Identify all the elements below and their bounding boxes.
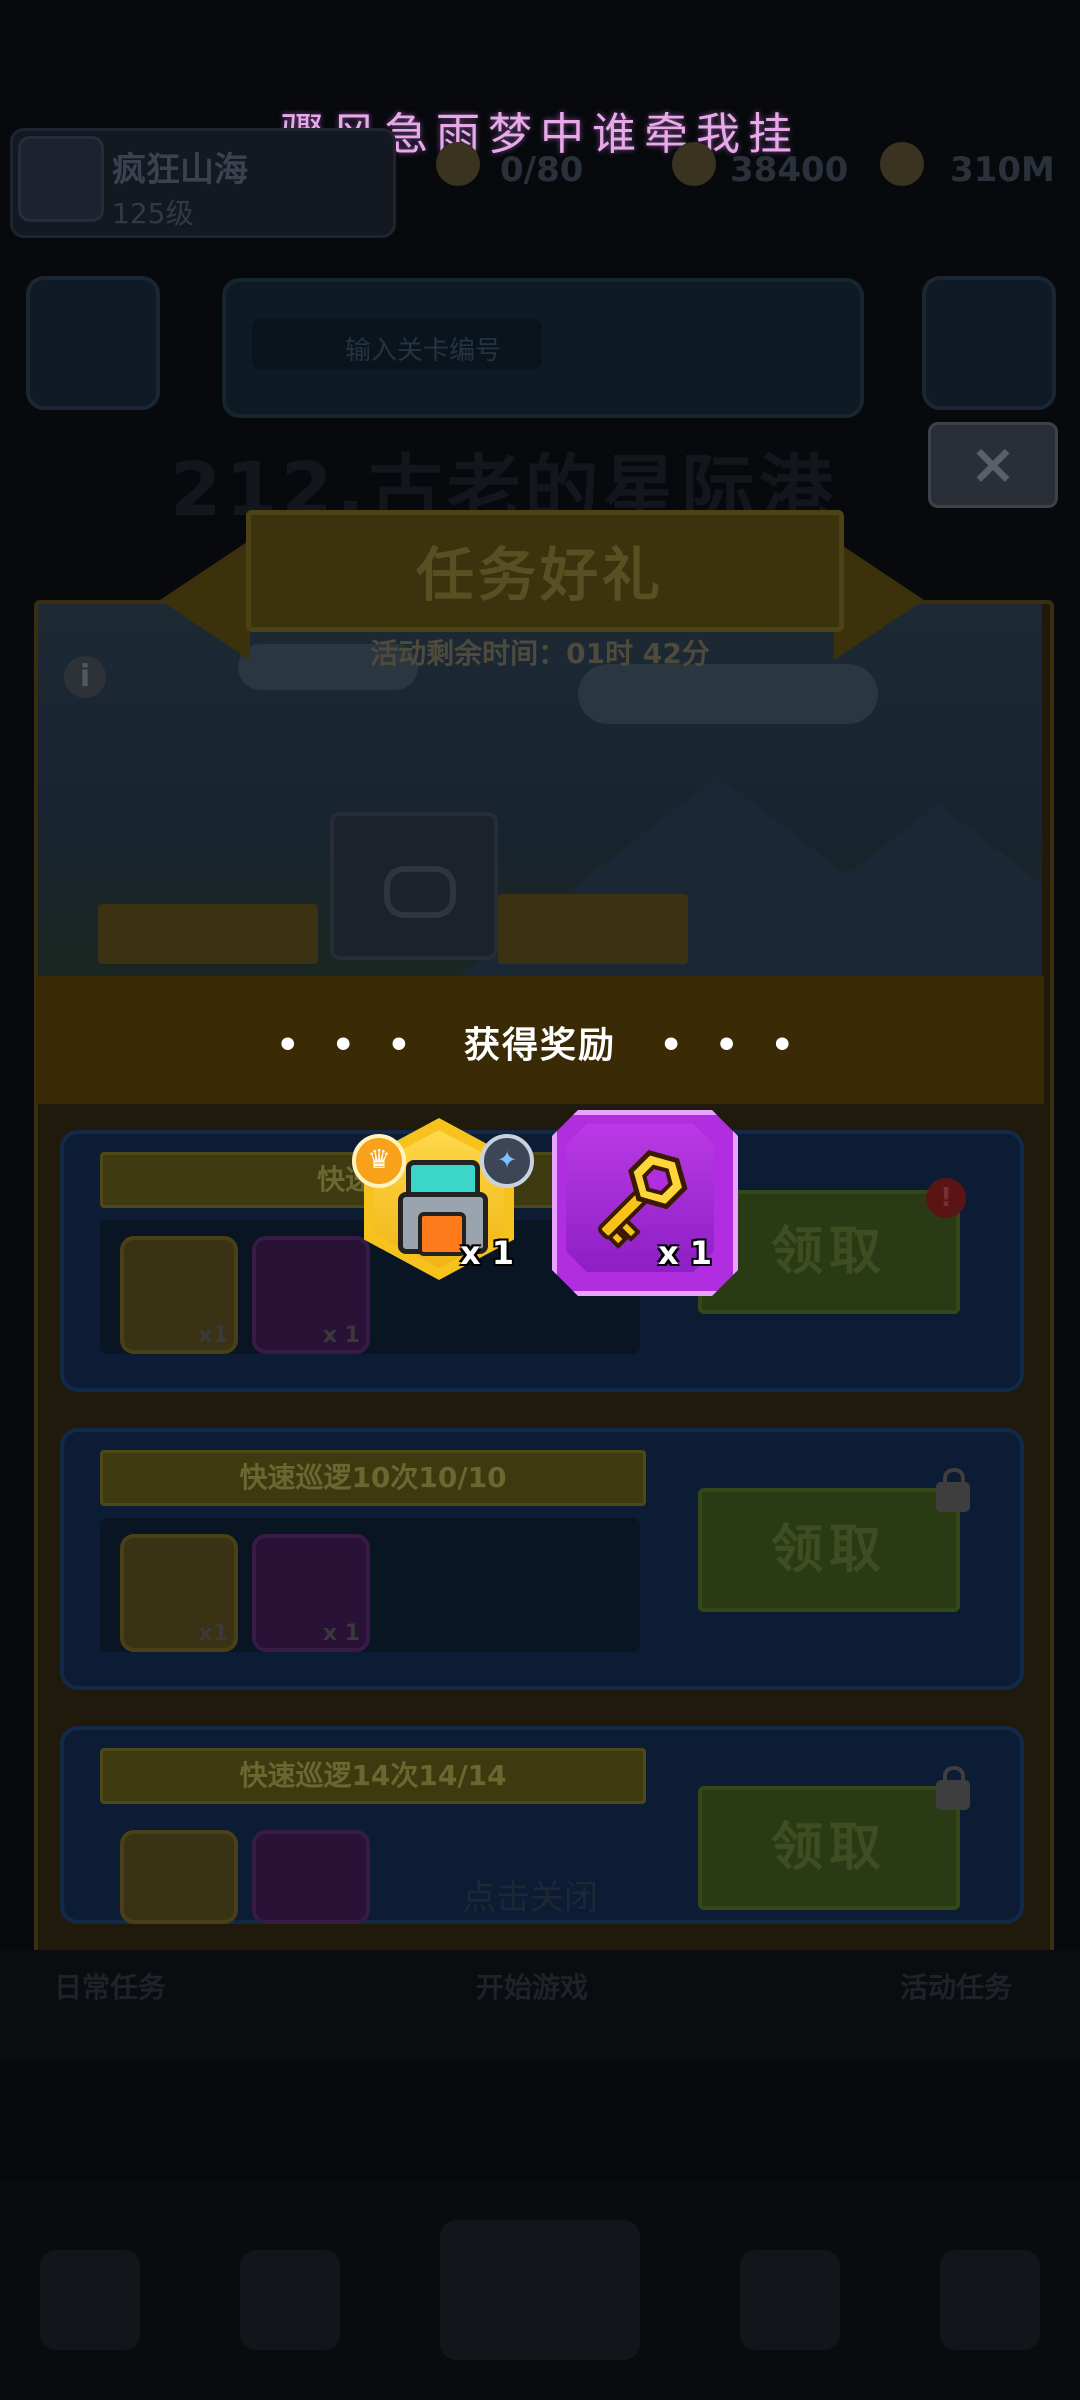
- cloud-shape: [578, 664, 878, 724]
- robot-pocket: [418, 1212, 466, 1256]
- task-title: 快速巡逻10次10/10: [100, 1450, 646, 1506]
- reward-dots-left: • • •: [276, 1025, 421, 1066]
- gem-count: 310M: [950, 150, 1055, 190]
- player-avatar: [18, 136, 104, 222]
- key-icon: x 1: [252, 1534, 370, 1652]
- lock-icon: [936, 1766, 970, 1810]
- close-icon: ×: [969, 432, 1017, 497]
- nav-equipment-icon: [240, 2250, 340, 2350]
- player-name: 疯狂山海: [112, 150, 248, 190]
- nav-battle-icon: [440, 2220, 640, 2360]
- key-icon: [252, 1830, 370, 1924]
- reward-quantity: x1: [198, 1621, 229, 1646]
- tab-event-tasks: 活动任务: [900, 1971, 1013, 2004]
- reward-quantity: x 1: [460, 1234, 515, 1272]
- lock-icon: [936, 1468, 970, 1512]
- player-level: 125级: [112, 197, 194, 230]
- reward-quantity: x 1: [658, 1234, 713, 1272]
- tab-daily-tasks: 日常任务: [54, 1971, 167, 2004]
- reward-quantity: x 1: [322, 1323, 360, 1348]
- gold-pile: [498, 894, 688, 964]
- coin-count: 38400: [730, 150, 849, 190]
- reward-quantity: x1: [198, 1323, 229, 1348]
- nav-shop-icon: [40, 2250, 140, 2350]
- shop-button: [922, 276, 1056, 410]
- gem-icon: [880, 142, 924, 186]
- nav-evolve-icon: [940, 2250, 1040, 2350]
- mountain-shape: [678, 804, 1042, 976]
- reward-quantity: x 1: [322, 1621, 360, 1646]
- coin-icon: [672, 142, 716, 186]
- energy-count: 0/80: [500, 150, 584, 190]
- claim-button[interactable]: 领取: [698, 1786, 960, 1910]
- alert-badge: !: [926, 1178, 966, 1218]
- energy-icon: [436, 142, 480, 186]
- key-icon: x 1: [252, 1236, 370, 1354]
- reward-dots-right: • • •: [659, 1025, 804, 1066]
- event-title: 任务好礼: [415, 541, 664, 609]
- treasure-chest-icon: [330, 812, 498, 960]
- chest-icon: x1: [120, 1236, 238, 1354]
- gold-pile: [98, 904, 318, 964]
- tab-start-game: 开始游戏: [476, 1971, 589, 2004]
- reward-heading: • • • 获得奖励 • • •: [0, 1016, 1080, 1068]
- nav-talent-icon: [740, 2250, 840, 2350]
- task-title: 快速巡逻14次14/14: [100, 1748, 646, 1804]
- reward-title: 获得奖励: [463, 1025, 616, 1066]
- close-button[interactable]: ×: [928, 422, 1058, 508]
- crown-badge-icon: ♛: [352, 1134, 406, 1188]
- claim-button[interactable]: 领取: [698, 1488, 960, 1612]
- search-label: 输入关卡编号: [345, 336, 502, 366]
- infinity-icon: [384, 866, 456, 918]
- chest-icon: [120, 1830, 238, 1924]
- wizard-badge-icon: ✦: [480, 1134, 534, 1188]
- chest-icon: x1: [120, 1534, 238, 1652]
- task-list-button: [26, 276, 160, 410]
- event-timer: 活动剩余时间：01时 42分: [370, 637, 710, 670]
- tap-to-close-text[interactable]: 点击关闭: [462, 1870, 598, 1919]
